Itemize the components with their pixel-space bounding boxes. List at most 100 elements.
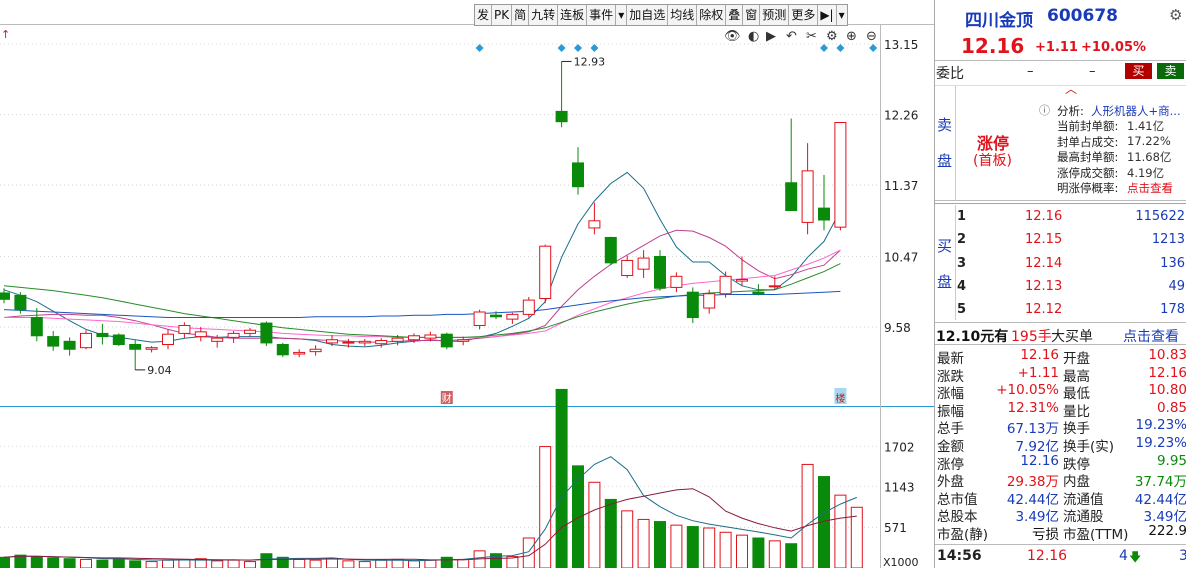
volume-bar[interactable]	[375, 559, 388, 568]
volume-bar[interactable]	[654, 521, 666, 568]
volume-bar[interactable]	[260, 553, 273, 568]
volume-bar[interactable]	[80, 558, 92, 568]
big-order-link[interactable]: 点击查看	[1123, 326, 1179, 346]
signal-diamond[interactable]	[557, 44, 566, 52]
volume-bar[interactable]	[0, 556, 10, 568]
seal-value[interactable]: 点击查看	[1127, 180, 1173, 196]
buy-order-row[interactable]: 4 12.13 49	[935, 275, 1186, 298]
candle[interactable]	[719, 271, 732, 298]
toolbar-item[interactable]: 更多	[789, 5, 819, 25]
candle[interactable]	[604, 236, 617, 266]
candle[interactable]	[440, 332, 453, 350]
toolbar-item[interactable]: PK	[492, 5, 513, 25]
zoom-in-icon[interactable]: ⊕	[846, 29, 857, 44]
volume-bar[interactable]	[424, 559, 437, 568]
toolbar-item[interactable]: 叠	[726, 5, 744, 25]
toolbar-item[interactable]: 预测	[760, 5, 790, 25]
candle[interactable]	[572, 147, 584, 195]
volume-bar[interactable]	[801, 463, 814, 568]
buy-order-row[interactable]: 2 12.15 1213	[935, 228, 1186, 251]
candle[interactable]	[670, 272, 683, 293]
analysis-value[interactable]: 人形机器人+商...	[1091, 103, 1181, 119]
adjust-icon[interactable]: ◐	[748, 29, 759, 44]
toolbar-item[interactable]: 连板	[558, 5, 588, 25]
volume-bar[interactable]	[227, 559, 240, 568]
candle[interactable]	[309, 345, 322, 356]
signal-diamond[interactable]	[869, 44, 878, 52]
candle[interactable]	[703, 289, 716, 314]
candle[interactable]	[621, 255, 634, 278]
candle[interactable]	[47, 331, 60, 351]
candle[interactable]	[834, 121, 847, 231]
candle[interactable]	[473, 309, 486, 330]
volume-bar[interactable]	[408, 560, 420, 568]
volume-bar[interactable]	[604, 498, 617, 568]
candle[interactable]	[358, 338, 371, 347]
volume-bar[interactable]	[178, 558, 191, 568]
volume-bar[interactable]	[244, 561, 256, 568]
candle[interactable]	[785, 118, 798, 212]
volume-bar[interactable]	[47, 557, 60, 568]
signal-diamond[interactable]	[475, 44, 484, 52]
volume-bar[interactable]	[211, 560, 224, 568]
volume-bar[interactable]	[588, 481, 601, 568]
volume-bar[interactable]	[293, 558, 306, 568]
candle[interactable]	[801, 143, 814, 235]
volume-bar[interactable]	[637, 518, 650, 568]
toolbar-item[interactable]: 均线	[668, 5, 698, 25]
toolbar-item[interactable]: 简	[512, 5, 530, 25]
candle[interactable]	[654, 250, 666, 291]
candle[interactable]	[96, 323, 109, 345]
candle[interactable]	[588, 202, 601, 235]
toolbar-item[interactable]: ▶|	[818, 5, 837, 25]
candle[interactable]	[260, 321, 273, 347]
candle[interactable]	[375, 338, 388, 348]
settings-icon[interactable]: ⚙	[826, 29, 838, 44]
lou-marker[interactable]: 楼	[835, 392, 845, 405]
volume-bar[interactable]	[768, 540, 781, 568]
buy-order-row[interactable]: 1 12.16 115622	[935, 205, 1186, 228]
volume-bar[interactable]	[572, 465, 584, 568]
signal-diamond[interactable]	[820, 44, 828, 52]
signal-diamond[interactable]	[574, 44, 582, 52]
volume-bar[interactable]	[736, 534, 748, 568]
candle[interactable]	[80, 330, 92, 350]
candle[interactable]	[63, 337, 76, 356]
info-icon[interactable]: ⓘ	[1039, 102, 1050, 118]
candle[interactable]	[293, 349, 306, 358]
volume-bar[interactable]	[703, 527, 716, 568]
collapse-chevron-icon[interactable]: ︿	[1065, 80, 1077, 97]
kline-chart[interactable]: 13.15 12.26 11.37 10.47 9.58 1702 1143 571 X1000…	[0, 0, 934, 568]
volume-bar[interactable]	[785, 543, 798, 568]
volume-bar[interactable]	[555, 388, 568, 568]
candle[interactable]	[30, 308, 43, 342]
signal-diamond[interactable]	[590, 44, 599, 52]
zoom-out-icon[interactable]: ⊖	[866, 29, 877, 44]
candle[interactable]	[686, 287, 699, 324]
sell-button[interactable]: 买	[1125, 63, 1152, 79]
candle[interactable]	[555, 61, 568, 128]
buy-button[interactable]: 卖	[1157, 63, 1184, 79]
play-icon[interactable]: ▶	[766, 29, 776, 44]
candle[interactable]	[227, 331, 240, 343]
candle[interactable]	[178, 322, 191, 339]
volume-bar[interactable]	[63, 558, 76, 568]
candle[interactable]	[244, 327, 256, 337]
buy-order-row[interactable]: 5 12.12 178	[935, 298, 1186, 321]
volume-bar[interactable]	[342, 560, 355, 568]
toolbar-item[interactable]: 事件	[587, 5, 617, 25]
scissors-icon[interactable]: ✂	[806, 29, 817, 44]
volume-bar[interactable]	[621, 510, 634, 568]
volume-bar[interactable]	[686, 526, 699, 568]
volume-bar[interactable]	[145, 561, 158, 568]
volume-bar[interactable]	[309, 559, 322, 568]
volume-bar[interactable]	[14, 554, 27, 568]
gear-icon[interactable]: ⚙	[1169, 6, 1182, 24]
candle[interactable]	[522, 296, 535, 318]
volume-bar[interactable]	[670, 524, 683, 568]
undo-icon[interactable]: ↶	[786, 29, 797, 44]
toolbar-item[interactable]: 窗	[743, 5, 761, 25]
candle[interactable]	[506, 312, 519, 324]
candle[interactable]	[818, 174, 830, 231]
volume-bar[interactable]	[440, 556, 453, 568]
